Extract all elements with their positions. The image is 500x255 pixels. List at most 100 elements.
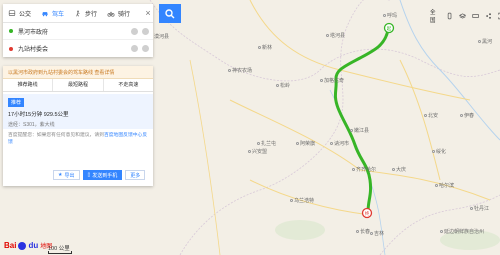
map-place-label: 呼玛 bbox=[383, 12, 397, 19]
star-icon: ★ bbox=[58, 172, 63, 178]
map-place-label: 齐齐哈尔 bbox=[352, 166, 376, 173]
route-card[interactable]: 推荐 17小时15分钟 929.5公里 途经：S301，紫大线 bbox=[3, 94, 153, 129]
place-name: 嫩江县 bbox=[354, 128, 370, 134]
route-panel: 以黑河市政府到九站村委会的驾车路线 查看详情 推荐路线 最短路程 不走高速 推荐… bbox=[3, 66, 153, 186]
place-name: 乌兰浩特 bbox=[294, 198, 315, 204]
bus-icon bbox=[8, 9, 16, 16]
map-place-label: 大庆 bbox=[392, 166, 406, 173]
map-place-label: 兴安盟 bbox=[248, 148, 267, 155]
end-input[interactable]: 九站村委会 bbox=[18, 44, 131, 53]
phone-icon: ▯ bbox=[87, 172, 91, 178]
paw-icon bbox=[18, 241, 27, 250]
map-place-label: 伊春 bbox=[460, 112, 474, 119]
mode-drive-label: 驾车 bbox=[52, 11, 65, 18]
mode-bus-label: 公交 bbox=[19, 11, 32, 18]
export-button[interactable]: ★ 导出 bbox=[53, 170, 80, 180]
search-button[interactable] bbox=[159, 4, 181, 23]
start-clear-icon[interactable] bbox=[131, 27, 138, 35]
svg-text:终: 终 bbox=[365, 210, 370, 217]
place-name: 神农农场 bbox=[232, 68, 253, 74]
walk-icon bbox=[76, 10, 80, 16]
place-dot-icon bbox=[432, 150, 435, 154]
more-label: 更多 bbox=[130, 172, 141, 179]
place-name: 长春 bbox=[360, 229, 371, 235]
mode-ride[interactable]: 骑行 bbox=[102, 4, 135, 23]
close-icon[interactable]: × bbox=[143, 4, 153, 23]
feedback-text: 百度提醒您：如果您有任何意见和建议，请到百度地图反馈中心反馈 bbox=[3, 129, 153, 149]
city-selector[interactable]: 全国 bbox=[430, 8, 440, 24]
export-label: 导出 bbox=[64, 172, 75, 179]
place-name: 伊春 bbox=[464, 113, 475, 119]
map-place-label: 扎兰屯 bbox=[257, 140, 276, 147]
mode-bar: 公交 驾车 步行 骑行 × bbox=[3, 4, 153, 23]
map-place-label: 神农农场 bbox=[228, 67, 252, 74]
place-name: 呼玛 bbox=[387, 13, 398, 19]
place-name: 延边朝鲜族自治州 bbox=[444, 229, 485, 235]
map-place-label: 牡丹江 bbox=[470, 205, 489, 212]
bike-icon bbox=[107, 10, 115, 17]
car-icon bbox=[42, 11, 48, 16]
place-dot-icon bbox=[228, 69, 231, 73]
send-to-phone-button[interactable]: ▯ 发送到手机 bbox=[82, 170, 123, 180]
route-badge: 推荐 bbox=[8, 98, 25, 107]
map-place-label: 吉林 bbox=[370, 230, 384, 237]
traffic-icon[interactable] bbox=[446, 12, 453, 20]
place-name: 北安 bbox=[428, 113, 439, 119]
place-dot-icon bbox=[330, 142, 333, 146]
map-place-label: 讷河市 bbox=[330, 140, 349, 147]
start-dot-icon bbox=[9, 29, 13, 33]
route-time-distance: 17小时15分钟 929.5公里 bbox=[8, 112, 69, 118]
place-dot-icon bbox=[276, 84, 279, 88]
map-toolbar: 全国 bbox=[430, 8, 500, 24]
place-dot-icon bbox=[440, 230, 443, 234]
end-marker[interactable]: 终 bbox=[361, 207, 373, 219]
measure-icon[interactable] bbox=[472, 12, 479, 20]
place-dot-icon bbox=[350, 129, 353, 133]
route-notice[interactable]: 以黑河市政府到九站村委会的驾车路线 查看详情 bbox=[3, 66, 153, 79]
map-place-label: 长春 bbox=[356, 228, 370, 235]
place-name: 牡丹江 bbox=[474, 206, 490, 212]
map-place-label: 北安 bbox=[424, 112, 438, 119]
end-row[interactable]: 九站村委会 bbox=[3, 40, 153, 57]
map-place-label: 阿荣旗 bbox=[296, 140, 315, 147]
map-place-label: 延边朝鲜族自治州 bbox=[440, 228, 484, 235]
logo-du: du bbox=[28, 241, 39, 250]
place-dot-icon bbox=[392, 168, 395, 172]
logo-bai: Bai bbox=[4, 241, 17, 250]
map-place-label: 加格达奇 bbox=[320, 77, 344, 84]
start-more-icon[interactable] bbox=[142, 27, 149, 35]
place-dot-icon bbox=[470, 207, 473, 211]
search-icon bbox=[165, 8, 175, 18]
share-icon[interactable] bbox=[485, 12, 492, 20]
place-dot-icon bbox=[460, 114, 463, 118]
scale-bar bbox=[48, 251, 72, 254]
start-row[interactable]: 黑河市政府 bbox=[3, 23, 153, 40]
more-button[interactable]: 更多 bbox=[125, 170, 146, 180]
baidu-logo[interactable]: Bai du 地图 bbox=[4, 241, 52, 250]
place-dot-icon bbox=[290, 199, 293, 203]
tab-shortest[interactable]: 最短路程 bbox=[53, 79, 104, 91]
place-name: 大庆 bbox=[396, 167, 407, 173]
start-input[interactable]: 黑河市政府 bbox=[18, 27, 131, 36]
end-clear-icon[interactable] bbox=[131, 45, 138, 52]
place-dot-icon bbox=[424, 114, 427, 118]
map-place-label: 嫩江县 bbox=[350, 127, 369, 134]
place-dot-icon bbox=[320, 79, 323, 83]
end-more-icon[interactable] bbox=[142, 45, 149, 52]
place-dot-icon bbox=[296, 142, 299, 146]
start-marker[interactable]: 起 bbox=[383, 22, 395, 34]
tab-recommended[interactable]: 推荐路线 bbox=[3, 79, 54, 91]
place-dot-icon bbox=[356, 230, 359, 234]
mode-drive[interactable]: 驾车 bbox=[36, 4, 69, 23]
mode-bus[interactable]: 公交 bbox=[3, 4, 36, 23]
layers-icon[interactable] bbox=[458, 12, 467, 20]
place-name: 漠河县 bbox=[154, 34, 170, 40]
tab-no-highway[interactable]: 不走高速 bbox=[104, 79, 153, 91]
mode-walk[interactable]: 步行 bbox=[69, 4, 102, 23]
place-name: 阿荣旗 bbox=[300, 141, 316, 147]
place-name: 松岭 bbox=[280, 83, 291, 89]
place-name: 兴安盟 bbox=[252, 149, 268, 155]
map-place-label: 乌兰浩特 bbox=[290, 197, 314, 204]
place-name: 塔河县 bbox=[330, 33, 346, 39]
send-label: 发送到手机 bbox=[92, 172, 118, 179]
